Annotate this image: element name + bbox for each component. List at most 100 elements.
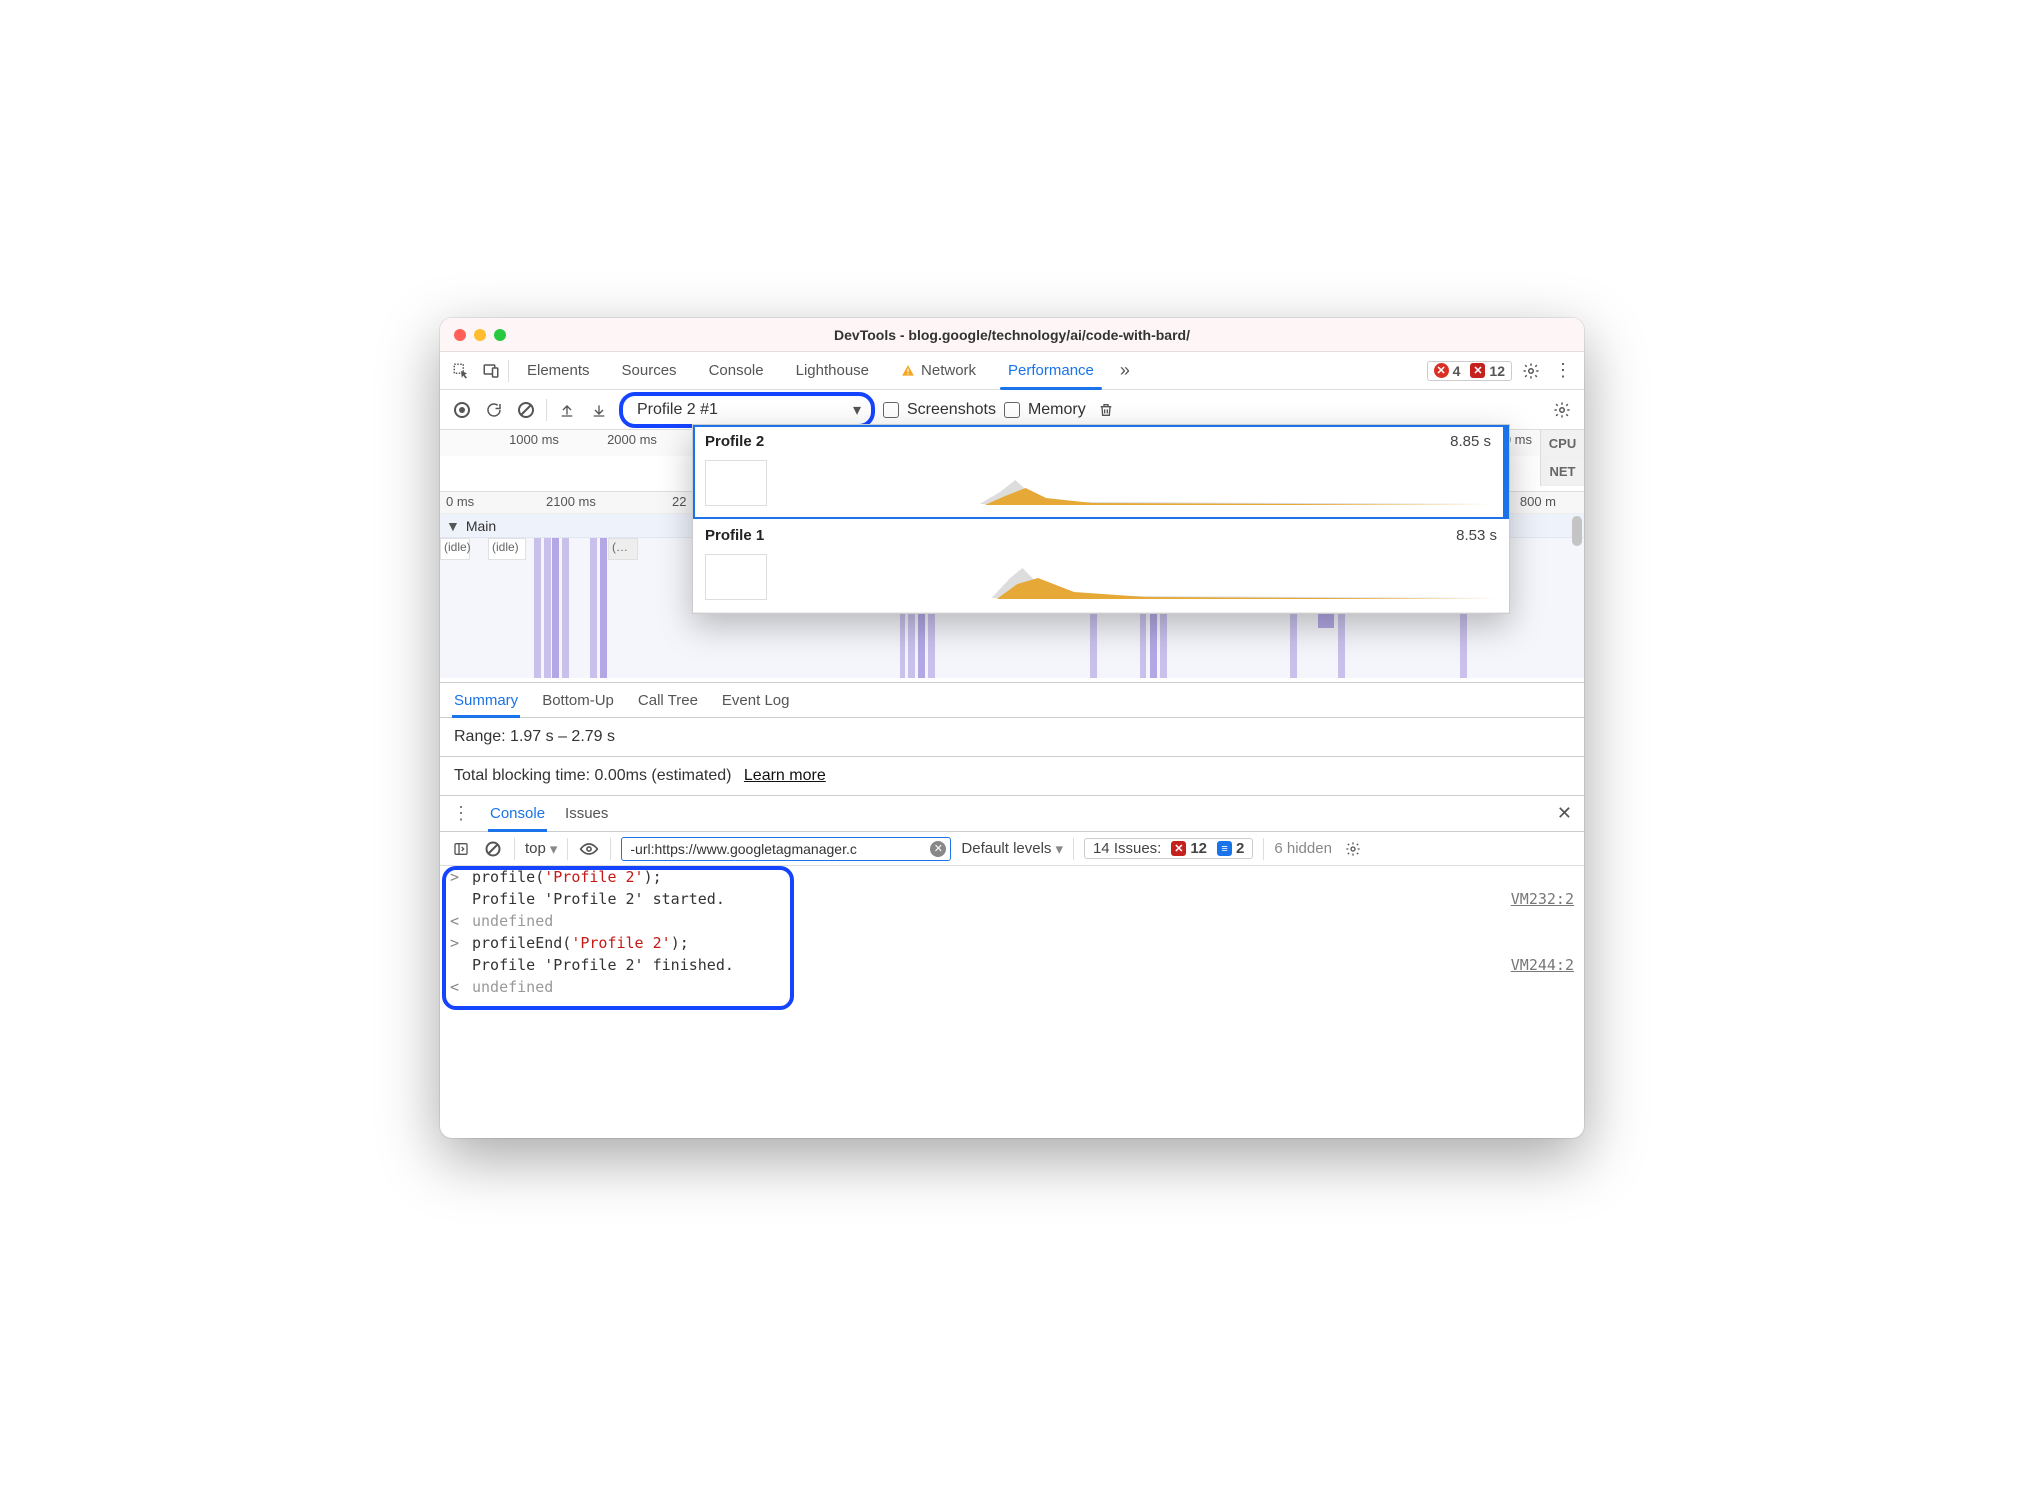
clear-console-icon[interactable] [482, 838, 504, 860]
profile-select[interactable]: Profile 2 #1 ▾ [619, 392, 875, 428]
return-icon: < [450, 912, 464, 930]
console-messages[interactable]: > profile('Profile 2'); Profile 'Profile… [440, 866, 1584, 1138]
error-issue-badge[interactable]: ✕4 ✕12 [1427, 361, 1512, 381]
console-sidebar-icon[interactable] [450, 838, 472, 860]
inspect-element-icon[interactable] [448, 358, 474, 384]
tab-label: Lighthouse [796, 362, 869, 379]
chevron-down-icon: ▾ [550, 840, 558, 858]
console-line: Profile 'Profile 2' started. VM232:2 [440, 888, 1584, 910]
clear-filter-icon[interactable]: ✕ [930, 841, 946, 857]
download-profile-icon[interactable] [587, 398, 611, 422]
gutter [450, 890, 464, 908]
hidden-count[interactable]: 6 hidden [1274, 840, 1332, 857]
profile-sparkline [775, 554, 1497, 600]
tab-sources[interactable]: Sources [608, 352, 691, 389]
issue-info-count: 2 [1236, 840, 1244, 857]
context-selector[interactable]: top ▾ [525, 840, 557, 858]
tab-label: Sources [622, 362, 677, 379]
clear-icon[interactable] [514, 398, 538, 422]
profile-dropdown: Profile 2 8.85 s Profile 1 8.53 [692, 424, 1510, 614]
log-levels-select[interactable]: Default levels ▾ [961, 840, 1063, 858]
source-link[interactable]: VM244:2 [1511, 956, 1574, 974]
kebab-menu-icon[interactable]: ⋮ [1550, 358, 1576, 384]
minimize-window-button[interactable] [474, 329, 486, 341]
drawer-kebab-icon[interactable]: ⋮ [452, 803, 470, 824]
panel-settings-gear-icon[interactable] [1550, 398, 1574, 422]
tab-elements[interactable]: Elements [513, 352, 604, 389]
drawer-tab-label: Issues [565, 805, 608, 822]
learn-more-link[interactable]: Learn more [744, 767, 826, 784]
console-settings-gear-icon[interactable] [1342, 838, 1364, 860]
ruler-tick: 0 ms [446, 494, 474, 509]
upload-profile-icon[interactable] [555, 398, 579, 422]
titlebar: DevTools - blog.google/technology/ai/cod… [440, 318, 1584, 352]
overview-tick: 2000 ms [568, 432, 696, 447]
devtools-window: DevTools - blog.google/technology/ai/cod… [440, 318, 1584, 1138]
screenshots-checkbox[interactable]: Screenshots [883, 401, 996, 419]
console-line: < undefined [440, 910, 1584, 932]
gutter [450, 956, 464, 974]
tab-lighthouse[interactable]: Lighthouse [782, 352, 883, 389]
task-block: (… [608, 538, 638, 560]
memory-checkbox[interactable]: Memory [1004, 401, 1086, 419]
warning-icon [901, 364, 915, 378]
divider [514, 838, 515, 860]
close-drawer-icon[interactable]: ✕ [1557, 803, 1572, 824]
drawer-tab-issues[interactable]: Issues [565, 796, 608, 831]
drawer-tabs: ⋮ Console Issues ✕ [440, 796, 1584, 832]
tab-label: Elements [527, 362, 590, 379]
tab-label: Performance [1008, 362, 1094, 379]
subtab-event-log[interactable]: Event Log [722, 683, 790, 717]
chevron-down-icon: ▾ [853, 400, 861, 420]
profile-row[interactable]: Profile 2 8.85 s [693, 425, 1509, 519]
divider [508, 360, 509, 382]
settings-gear-icon[interactable] [1518, 358, 1544, 384]
main-thread-label: Main [466, 518, 496, 534]
subtab-summary[interactable]: Summary [454, 683, 518, 717]
subtab-label: Summary [454, 692, 518, 709]
record-button-icon[interactable] [450, 398, 474, 422]
divider [1263, 838, 1264, 860]
overview-net-label: NET [1541, 458, 1584, 486]
divider [1073, 838, 1074, 860]
close-window-button[interactable] [454, 329, 466, 341]
profile-select-label: Profile 2 #1 [637, 401, 718, 419]
divider [567, 838, 568, 860]
more-tabs-icon[interactable]: » [1112, 358, 1138, 384]
tab-console[interactable]: Console [695, 352, 778, 389]
context-label: top [525, 840, 546, 857]
subtab-call-tree[interactable]: Call Tree [638, 683, 698, 717]
prompt-icon: > [450, 934, 464, 952]
profile-thumbnail [705, 554, 767, 600]
ruler-tick: 2100 ms [546, 494, 596, 509]
reload-record-icon[interactable] [482, 398, 506, 422]
tab-network[interactable]: Network [887, 352, 990, 389]
scrollbar-thumb[interactable] [1572, 516, 1582, 546]
issue-count: 12 [1489, 363, 1505, 379]
ruler-tick: 22 [672, 494, 686, 509]
tab-label: Network [921, 362, 976, 379]
console-line: Profile 'Profile 2' finished. VM244:2 [440, 954, 1584, 976]
overview-tick: 1000 ms [440, 432, 568, 447]
live-expression-icon[interactable] [578, 838, 600, 860]
trash-icon[interactable] [1094, 398, 1118, 422]
error-icon: ✕ [1434, 363, 1449, 378]
profile-row[interactable]: Profile 1 8.53 s [693, 519, 1509, 613]
window-controls [454, 329, 506, 341]
tab-label: Console [709, 362, 764, 379]
device-toolbar-icon[interactable] [478, 358, 504, 384]
tab-performance[interactable]: Performance [994, 352, 1108, 389]
zoom-window-button[interactable] [494, 329, 506, 341]
chevron-down-icon: ▾ [1055, 840, 1063, 858]
subtab-label: Bottom-Up [542, 692, 614, 709]
checkbox-label: Screenshots [907, 401, 996, 419]
checkbox-icon [883, 402, 899, 418]
console-filter-input[interactable]: -url:https://www.googletagmanager.c ✕ [621, 837, 951, 861]
source-link[interactable]: VM232:2 [1511, 890, 1574, 908]
issue-error-icon: ✕ [1171, 841, 1186, 856]
drawer-tab-console[interactable]: Console [490, 796, 545, 831]
profile-duration: 8.53 s [1456, 527, 1497, 544]
profile-thumbnail [705, 460, 767, 506]
subtab-bottom-up[interactable]: Bottom-Up [542, 683, 614, 717]
issues-summary[interactable]: 14 Issues: ✕12 ≡2 [1084, 838, 1253, 859]
